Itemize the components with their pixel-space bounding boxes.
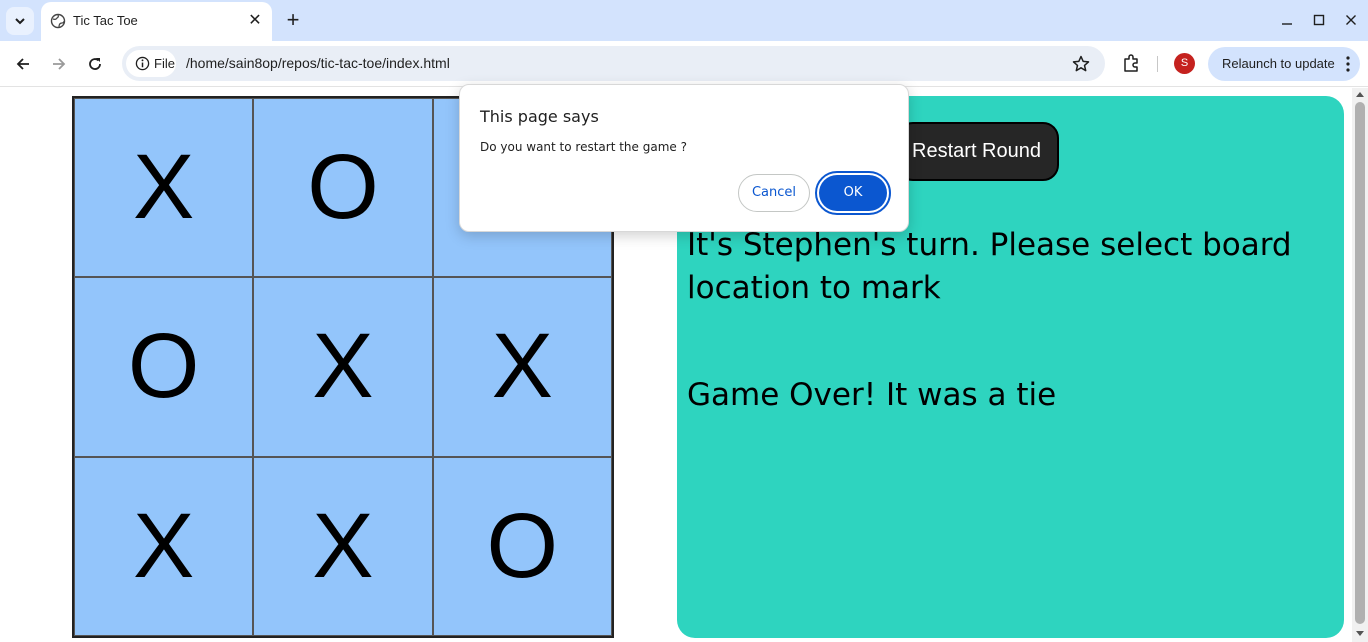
relaunch-to-update-button[interactable]: Relaunch to update: [1208, 47, 1360, 81]
reload-icon: [89, 58, 101, 70]
turn-message: It's Stephen's turn. Please select board…: [687, 227, 1292, 306]
minimize-icon[interactable]: [1277, 10, 1297, 30]
scroll-up-icon[interactable]: [1356, 92, 1364, 97]
address-bar[interactable]: File /home/sain8op/repos/tic-tac-toe/ind…: [122, 46, 1105, 81]
info-icon: [135, 56, 150, 71]
confirm-dialog: This page says Do you want to restart th…: [459, 84, 909, 232]
chevron-down-icon: [15, 18, 25, 25]
dialog-title: This page says: [480, 107, 599, 126]
more-vertical-icon[interactable]: [1346, 55, 1350, 73]
dialog-ok-label: OK: [819, 175, 887, 211]
board-cell-1-1[interactable]: X: [253, 277, 433, 457]
maximize-icon[interactable]: [1309, 10, 1329, 30]
toolbar-divider: [1157, 56, 1158, 72]
dialog-cancel-button[interactable]: Cancel: [738, 174, 810, 212]
forward-button[interactable]: [47, 52, 71, 76]
site-info-chip[interactable]: File: [126, 50, 176, 77]
site-info-label: File: [154, 56, 175, 71]
scrollbar-thumb[interactable]: [1355, 102, 1365, 624]
tab-search-button[interactable]: [6, 7, 34, 35]
dialog-ok-button[interactable]: OK: [815, 171, 891, 215]
browser-toolbar: File /home/sain8op/repos/tic-tac-toe/ind…: [0, 41, 1368, 87]
close-tab-icon[interactable]: ✕: [246, 12, 264, 30]
extensions-icon[interactable]: [1121, 53, 1141, 73]
arrow-right-icon: [53, 58, 66, 70]
reload-button[interactable]: [83, 52, 107, 76]
bookmark-star-icon[interactable]: [1071, 54, 1091, 74]
board-cell-0-1[interactable]: O: [253, 98, 433, 278]
dialog-message: Do you want to restart the game ?: [480, 140, 687, 154]
restart-round-button[interactable]: Restart Round: [897, 122, 1059, 181]
new-tab-button[interactable]: +: [282, 9, 304, 31]
tab-strip: Tic Tac Toe ✕ +: [0, 0, 1368, 41]
game-result-message: Game Over! It was a tie: [687, 377, 1057, 413]
scroll-down-icon[interactable]: [1356, 631, 1364, 636]
board-cell-2-1[interactable]: X: [253, 456, 433, 636]
arrow-left-icon: [16, 58, 29, 70]
tab-title: Tic Tac Toe: [73, 13, 138, 28]
board-cell-2-2[interactable]: O: [432, 456, 612, 636]
relaunch-label: Relaunch to update: [1222, 56, 1335, 71]
profile-avatar[interactable]: S: [1174, 53, 1195, 74]
vertical-scrollbar[interactable]: [1352, 88, 1368, 642]
board-cell-2-0[interactable]: X: [74, 456, 254, 636]
url-text[interactable]: /home/sain8op/repos/tic-tac-toe/index.ht…: [186, 55, 450, 71]
tab-tic-tac-toe[interactable]: Tic Tac Toe ✕: [41, 2, 272, 41]
board-cell-1-0[interactable]: O: [74, 277, 254, 457]
board-cell-0-0[interactable]: X: [74, 98, 254, 278]
close-window-icon[interactable]: [1341, 10, 1361, 30]
globe-icon: [50, 13, 66, 29]
back-button[interactable]: [11, 52, 35, 76]
board-cell-1-2[interactable]: X: [432, 277, 612, 457]
